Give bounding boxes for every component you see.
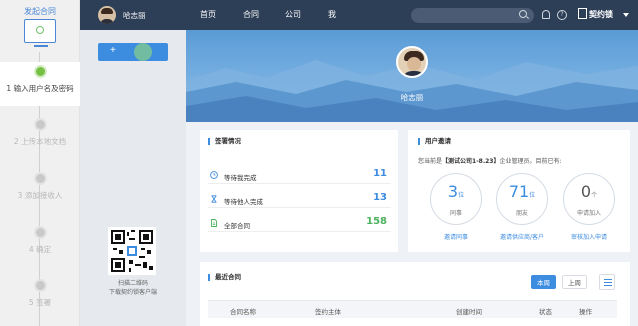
search-icon[interactable] [519, 10, 527, 18]
list-view-icon[interactable] [599, 274, 615, 290]
col-header[interactable]: 创建时间 [456, 306, 482, 316]
invite-company: 【测试公司1-8.23】 [442, 158, 500, 165]
qr-code [108, 227, 156, 275]
profile-name: 哈志丽 [400, 93, 424, 102]
stat-caption: 同事 [449, 210, 462, 217]
qr-caption-line2: 下载契约锁客户端 [108, 289, 157, 296]
last-week-button[interactable]: 上周 [562, 275, 587, 289]
row-label: 等待我完成 [224, 174, 257, 182]
row-count[interactable]: 158 [366, 216, 387, 227]
invite-suppliers-link[interactable]: 邀请供应商/客户 [486, 232, 558, 241]
review-join-requests-link[interactable]: 审核加入申请 [553, 232, 625, 241]
step-label: 2 上传本地文档 [13, 137, 67, 146]
bell-icon[interactable] [542, 10, 550, 19]
wizard-step-1[interactable]: 1 输入用户名及密码 [0, 62, 80, 106]
invite-desc-suffix: 企业管理员。目前已有: [499, 158, 562, 165]
brand-logo: 契约锁 [578, 8, 613, 20]
invite-title: 用户邀请 [418, 138, 451, 145]
monitor-icon [24, 19, 56, 47]
top-navbar: 哈志丽 首页 合同 公司 我 ? 契约锁 [80, 0, 638, 30]
click-highlight [134, 43, 152, 61]
qr-caption-line1: 扫描二维码 [117, 280, 148, 287]
recent-table-header: 合同名称 签约主体 创建时间 状态 操作 [208, 300, 617, 318]
step-dot [33, 226, 47, 239]
logo-text: 契约锁 [589, 10, 613, 19]
step-label: 4 确定 [28, 245, 52, 254]
stat-value: 0个 [580, 182, 598, 201]
help-icon[interactable]: ? [557, 10, 567, 20]
wizard-step-4[interactable]: 4 确定 [0, 226, 80, 255]
avatar[interactable] [98, 6, 116, 24]
col-header[interactable]: 状态 [539, 306, 552, 316]
plus-icon: + [110, 45, 116, 56]
stat-value: 3位 [447, 182, 465, 201]
clock-icon [210, 171, 218, 179]
wizard-step-5[interactable]: 5 签署 [0, 279, 80, 308]
row-count[interactable]: 13 [373, 192, 387, 203]
wizard-panel: 发起合同 1 输入用户名及密码 2 上传本地文档 3 添加接收人 4 确定 5 … [0, 0, 80, 326]
nav-me[interactable]: 我 [328, 9, 336, 20]
wizard-title: 发起合同 [24, 7, 56, 16]
step-label: 1 输入用户名及密码 [6, 84, 74, 93]
row-label: 等待他人完成 [224, 198, 263, 206]
step-label: 5 签署 [28, 298, 52, 307]
step-dot [33, 172, 47, 185]
step-dot [33, 65, 47, 78]
new-contract-button[interactable]: + [98, 43, 168, 61]
hourglass-icon [211, 195, 217, 203]
logo-icon [578, 8, 587, 19]
step-label: 3 添加接收人 [17, 191, 63, 200]
wizard-step-3[interactable]: 3 添加接收人 [0, 172, 80, 201]
stat-caption: 申请加入 [576, 210, 601, 217]
step-dot [33, 118, 47, 131]
invite-desc-prefix: 您当前是 [418, 158, 443, 165]
row-count[interactable]: 11 [373, 168, 387, 179]
col-header[interactable]: 合同名称 [230, 306, 256, 316]
signing-row-waiting-me[interactable]: 等待我完成 11 [208, 166, 391, 184]
nav-company[interactable]: 公司 [285, 9, 301, 20]
app-root: 发起合同 1 输入用户名及密码 2 上传本地文档 3 添加接收人 4 确定 5 … [0, 0, 638, 326]
stat-join-requests[interactable]: 0个 申请加入 [563, 173, 615, 225]
stat-value: 71位 [508, 182, 536, 201]
nav-home[interactable]: 首页 [200, 9, 216, 20]
invite-description: 您当前是【测试公司1-8.23】企业管理员。目前已有: [418, 156, 562, 165]
side-column: + 扫描二维码 下载契约锁客户端 [80, 0, 186, 326]
top-user-name[interactable]: 哈志丽 [123, 10, 146, 21]
stat-caption: 朋友 [515, 210, 528, 217]
signing-row-waiting-others[interactable]: 等待他人完成 13 [208, 190, 391, 208]
qr-code-icon [111, 230, 153, 272]
wizard-step-2[interactable]: 2 上传本地文档 [0, 118, 80, 147]
qr-caption: 扫描二维码 下载契约锁客户端 [80, 279, 186, 297]
step-dot [33, 279, 47, 292]
document-icon [211, 219, 217, 227]
signing-row-all[interactable]: 全部合同 158 [208, 214, 391, 232]
profile-banner: 哈志丽 [186, 30, 638, 122]
nav-contracts[interactable]: 合同 [243, 9, 259, 20]
row-label: 全部合同 [224, 222, 250, 230]
col-header[interactable]: 操作 [579, 306, 592, 316]
power-icon [36, 26, 44, 34]
stat-friends[interactable]: 71位 朋友 [496, 173, 548, 225]
recent-title: 最近合同 [208, 274, 241, 281]
stat-colleagues[interactable]: 3位 同事 [430, 173, 482, 225]
invite-colleagues-link[interactable]: 邀请同事 [420, 232, 492, 241]
profile-avatar[interactable] [396, 46, 428, 78]
signing-title: 签署情况 [208, 138, 241, 145]
chevron-down-icon[interactable] [623, 13, 629, 17]
search-input[interactable] [411, 8, 534, 23]
this-week-button[interactable]: 本周 [531, 275, 556, 289]
col-header[interactable]: 签约主体 [315, 306, 341, 316]
